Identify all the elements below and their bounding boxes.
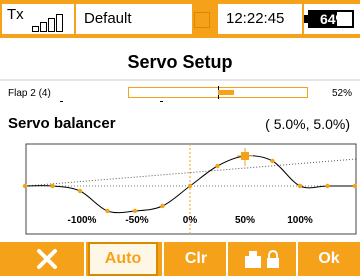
model-name: Default xyxy=(84,10,132,27)
clock-box: 12:22:45 xyxy=(218,4,302,34)
tools-icon xyxy=(37,249,57,269)
channel-ticks xyxy=(60,101,180,103)
clear-button[interactable]: Clr xyxy=(168,242,224,276)
bottom-toolbar: Auto Clr Ok xyxy=(0,242,360,276)
curve-point[interactable] xyxy=(22,183,28,189)
curve-selected-point[interactable] xyxy=(241,152,249,160)
curve-point[interactable] xyxy=(105,208,110,214)
curve-point[interactable] xyxy=(187,183,193,189)
status-bar: Tx Default 12:22:45 64% xyxy=(0,0,360,38)
x-tick-50: 50% xyxy=(234,215,256,226)
x-tick-100: 100% xyxy=(287,215,313,226)
clear-label: Clr xyxy=(184,250,208,267)
curve-point[interactable] xyxy=(352,183,358,189)
toolbar-separator xyxy=(84,242,86,276)
x-tick-minus-100: -100% xyxy=(67,215,97,226)
channel-label: Flap 2 (4) xyxy=(8,88,51,99)
toolbar-separator xyxy=(226,242,228,276)
curve-point[interactable] xyxy=(77,188,83,194)
curve-point[interactable] xyxy=(132,208,138,214)
battery-percent: 64% xyxy=(320,11,349,27)
x-tick-minus-50: -50% xyxy=(125,215,149,226)
servo-setup-screen: Tx Default 12:22:45 64% Servo Setup Flap… xyxy=(0,0,360,276)
curve-point[interactable] xyxy=(325,183,330,189)
channel-output-bar xyxy=(128,86,308,99)
servo-lock-icon xyxy=(245,250,279,268)
curve-point[interactable] xyxy=(215,163,220,169)
auto-label: Auto xyxy=(104,250,142,267)
battery-icon: 64% xyxy=(308,10,354,28)
toolbar-separator xyxy=(296,242,298,276)
channel-value: 52% xyxy=(331,88,352,99)
toolbar-separator xyxy=(162,242,164,276)
signal-bars-icon xyxy=(32,10,74,32)
ok-button[interactable]: Ok xyxy=(300,242,358,276)
title-divider xyxy=(0,79,360,81)
ok-label: Ok xyxy=(318,250,340,267)
servo-lock-button[interactable] xyxy=(232,242,292,276)
tx-signal-indicator: Tx xyxy=(2,4,76,34)
servo-balancer-label: Servo balancer xyxy=(8,115,116,132)
curve-point[interactable] xyxy=(270,158,275,164)
battery-box: 64% xyxy=(304,4,360,34)
curve-point[interactable] xyxy=(160,203,165,209)
curve-point[interactable] xyxy=(50,183,55,189)
auto-button[interactable]: Auto xyxy=(88,242,158,276)
clock-time: 12:22:45 xyxy=(226,10,285,27)
status-indicator xyxy=(194,12,210,28)
x-tick-0: 0% xyxy=(182,215,198,226)
curve-point[interactable] xyxy=(297,183,303,189)
tx-label: Tx xyxy=(7,6,24,23)
tools-button[interactable] xyxy=(24,242,70,276)
channel-bar-fill xyxy=(218,90,235,95)
page-title: Servo Setup xyxy=(127,52,233,72)
servo-balancer-values[interactable]: ( 5.0%, 5.0%) xyxy=(265,116,350,132)
model-name-box[interactable]: Default xyxy=(76,4,192,34)
